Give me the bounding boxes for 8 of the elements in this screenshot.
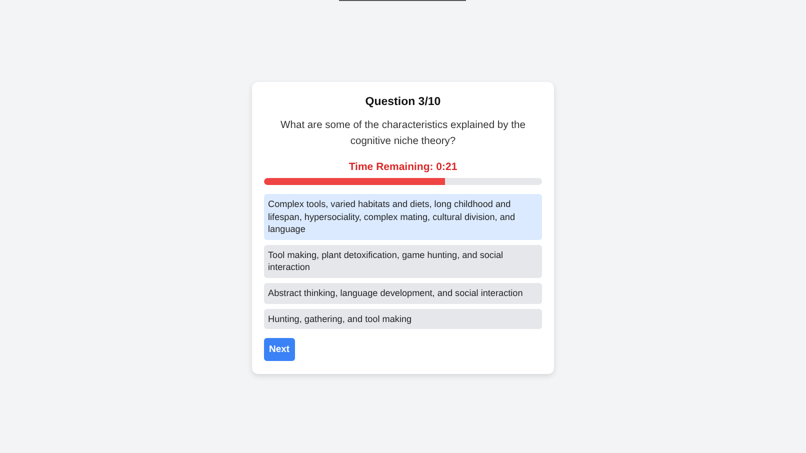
question-text: What are some of the characteristics explained by the cognitive niche theory? bbox=[280, 119, 526, 148]
time-remaining: Time Remaining: 0:21 bbox=[348, 161, 458, 174]
answer-option[interactable]: Tool making, plant detoxification, game hunting, and social interaction bbox=[264, 244, 542, 278]
question-counter: Question 3/10 bbox=[364, 95, 442, 109]
answer-option[interactable]: Hunting, gathering, and tool making bbox=[264, 308, 542, 330]
answer-option[interactable]: Complex tools, varied habitats and diets, long childhood and lifespan, hypersociality, complex mating, cultural division, and language bbox=[264, 194, 542, 240]
next-button[interactable]: Next bbox=[264, 338, 295, 362]
answer-option[interactable]: Abstract thinking, language development, and social interaction bbox=[264, 282, 542, 304]
